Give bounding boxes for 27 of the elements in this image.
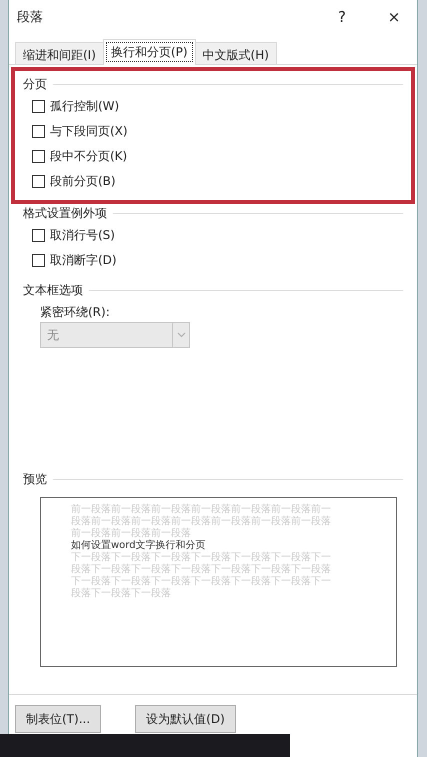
checkbox[interactable] (32, 150, 45, 163)
dialog-button[interactable]: 制表位(T)... (15, 705, 102, 733)
section-title: 格式设置例外项 (23, 204, 107, 222)
tab[interactable]: 缩进和间距(I) (15, 42, 104, 64)
checkbox-label: 段前分页(B) (50, 173, 116, 190)
checkbox[interactable] (32, 175, 45, 188)
chevron-down-icon (176, 332, 186, 338)
checkbox[interactable] (32, 100, 45, 113)
checkbox-label: 取消行号(S) (50, 227, 115, 244)
section-title: 文本框选项 (23, 282, 83, 298)
section-title: 预览 (23, 470, 47, 488)
preview-sample-text: 如何设置word文字换行和分页 (71, 540, 207, 552)
close-button[interactable]: × (379, 7, 409, 27)
help-button[interactable]: ? (327, 7, 357, 27)
tab[interactable]: 换行和分页(P) (102, 39, 196, 65)
field-label: 紧密环绕(R): (40, 304, 111, 321)
dialog-title: 段落 (17, 9, 44, 26)
section-title: 分页 (23, 76, 47, 92)
checkbox[interactable] (32, 125, 45, 138)
checkbox-label: 孤行控制(W) (50, 98, 120, 115)
checkbox[interactable] (32, 254, 45, 267)
tab[interactable]: 中文版式(H) (194, 42, 277, 64)
checkbox[interactable] (32, 229, 45, 242)
checkbox-label: 与下段同页(X) (50, 123, 128, 140)
dialog-button[interactable]: 设为默认值(D) (135, 705, 236, 733)
checkbox-label: 取消断字(D) (50, 252, 117, 269)
checkbox-label: 段中不分页(K) (50, 148, 128, 165)
